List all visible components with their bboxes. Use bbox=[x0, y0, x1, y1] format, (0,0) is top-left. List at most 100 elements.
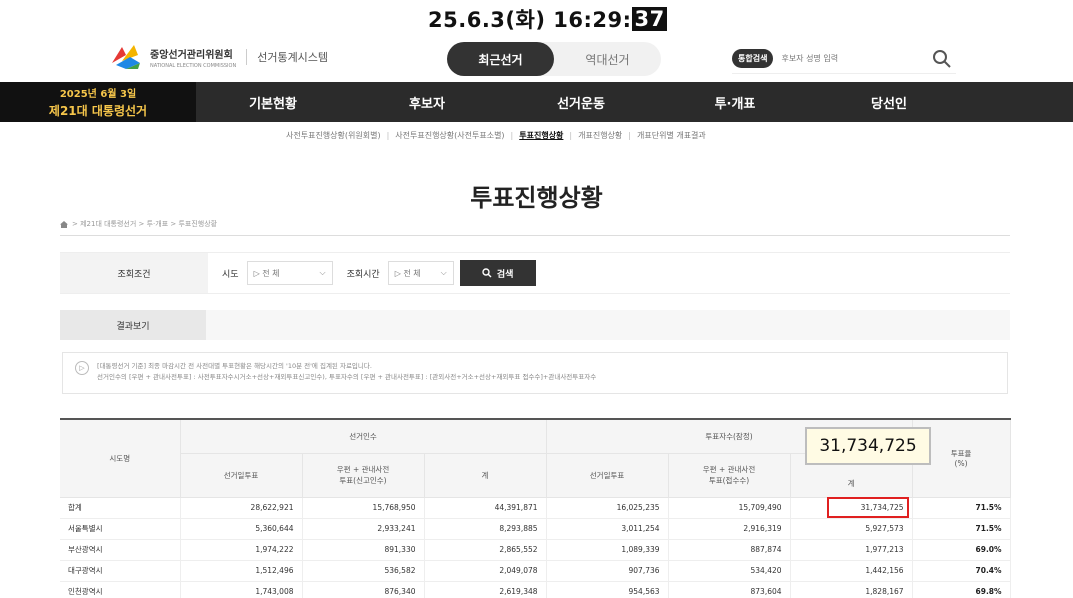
nav-voting-counting[interactable]: 투·개표 bbox=[658, 82, 812, 122]
nav-campaign[interactable]: 선거운동 bbox=[504, 82, 658, 122]
subnav-advance-by-committee[interactable]: 사전투표진행상황(위원회별) bbox=[286, 130, 381, 141]
subnav-voting-progress[interactable]: 투표진행상황 bbox=[519, 130, 563, 141]
logo-subtitle: NATIONAL ELECTION COMMISSION bbox=[150, 62, 237, 69]
electors-total-cell: 2,049,078 bbox=[424, 560, 547, 582]
result-label: 결과보기 bbox=[60, 310, 206, 340]
voters-mail-cell: 15,709,490 bbox=[668, 497, 791, 519]
search-badge: 통합검색 bbox=[732, 49, 774, 68]
electors-day-cell: 5,360,644 bbox=[180, 518, 303, 540]
chevron-down-icon: ⌵ bbox=[319, 268, 326, 277]
electors-total-cell: 2,865,552 bbox=[424, 539, 547, 561]
logo-title: 중앙선거관리위원회 bbox=[150, 49, 233, 61]
tab-recent-elections[interactable]: 최근선거 bbox=[447, 42, 554, 76]
logo-divider bbox=[246, 49, 248, 65]
voters-day-cell: 954,563 bbox=[546, 581, 669, 598]
time-select-value: ▷ 전 체 bbox=[394, 268, 421, 278]
timestamp-seconds: 37 bbox=[632, 7, 667, 31]
rate-cell: 69.0% bbox=[912, 539, 1011, 561]
result-bar: 결과보기 bbox=[60, 310, 1010, 340]
nav-basic-status[interactable]: 기본현황 bbox=[196, 82, 350, 122]
col-electors-mail: 우편 + 관내사전 투표(신고인수) bbox=[302, 453, 425, 498]
election-tabs: 최근선거 역대선거 bbox=[447, 42, 661, 76]
col-electors-group: 선거인수 bbox=[180, 418, 547, 454]
electors-total-cell: 2,619,348 bbox=[424, 581, 547, 598]
tab-past-elections[interactable]: 역대선거 bbox=[554, 42, 661, 76]
highlight-box bbox=[826, 496, 909, 518]
rate-cell: 71.5% bbox=[912, 518, 1011, 540]
rate-cell: 69.8% bbox=[912, 581, 1011, 598]
nec-emblem-icon bbox=[108, 41, 144, 73]
candidate-search-input[interactable] bbox=[781, 54, 932, 63]
subnav-counting-results[interactable]: 개표단위별 개표결과 bbox=[637, 130, 706, 141]
search-icon[interactable] bbox=[931, 48, 953, 70]
voters-day-cell: 907,736 bbox=[546, 560, 669, 582]
breadcrumb-path: > 제21대 대통령선거 > 투·개표 > 투표진행상황 bbox=[72, 220, 218, 228]
electors-mail-cell: 2,933,241 bbox=[302, 518, 425, 540]
electors-mail-cell: 891,330 bbox=[302, 539, 425, 561]
filter-label: 조회조건 bbox=[60, 253, 208, 293]
voters-day-cell: 16,025,235 bbox=[546, 497, 669, 519]
page-title: 투표진행상황 bbox=[470, 184, 603, 212]
notice-line-2: 선거인수의 [우편 + 관내사전투표] : 사전투표자수시거소+선상+재외투표신… bbox=[97, 373, 597, 381]
notice-line-1: [대통령선거 기준] 최종 마감시간 전 사전대별 투표현황은 해당시간의 '1… bbox=[97, 362, 372, 370]
chevron-down-icon: ⌵ bbox=[440, 268, 447, 277]
time-label: 조회시간 bbox=[346, 269, 380, 280]
voters-total-cell: 1,977,213 bbox=[790, 539, 913, 561]
nec-logo[interactable]: 중앙선거관리위원회 NATIONAL ELECTION COMMISSION 선… bbox=[108, 41, 328, 73]
table-row: 인천광역시 1,743,008 876,340 2,619,348 954,56… bbox=[60, 581, 1011, 598]
region-cell: 인천광역시 bbox=[60, 581, 181, 598]
col-electors-total: 계 bbox=[424, 453, 547, 498]
electors-mail-cell: 876,340 bbox=[302, 581, 425, 598]
search-button[interactable]: 검색 bbox=[459, 260, 536, 286]
rate-cell: 71.5% bbox=[912, 497, 1011, 519]
total-voters-callout: 31,734,725 bbox=[805, 427, 931, 465]
voters-total-cell: 5,927,573 bbox=[790, 518, 913, 540]
election-name: 제21대 대통령선거 bbox=[48, 104, 148, 118]
table-row: 부산광역시 1,974,222 891,330 2,865,552 1,089,… bbox=[60, 539, 1011, 561]
region-cell: 서울특별시 bbox=[60, 518, 181, 540]
filter-panel: 조회조건 시도 ▷ 전 체 ⌵ 조회시간 ▷ 전 체 ⌵ 검색 bbox=[60, 252, 1010, 294]
sub-nav: 사전투표진행상황(위원회별) | 사전투표진행상황(사전투표소별) | 투표진행… bbox=[286, 130, 706, 141]
electors-mail-label-2: 투표(신고인수) bbox=[339, 476, 387, 485]
voters-day-cell: 3,011,254 bbox=[546, 518, 669, 540]
main-nav: 2025년 6월 3일 제21대 대통령선거 기본현황 후보자 선거운동 투·개… bbox=[0, 82, 1073, 122]
voters-mail-label: 우편 + 관내사전 bbox=[702, 465, 756, 474]
voters-mail-cell: 873,604 bbox=[668, 581, 791, 598]
notice-box: ▷ [대통령선거 기준] 최종 마감시간 전 사전대별 투표현황은 해당시간의 … bbox=[62, 352, 1008, 394]
home-icon[interactable] bbox=[60, 220, 68, 228]
electors-mail-label: 우편 + 관내사전 bbox=[336, 465, 390, 474]
time-select[interactable]: ▷ 전 체 ⌵ bbox=[387, 261, 454, 285]
electors-day-cell: 1,974,222 bbox=[180, 539, 303, 561]
electors-total-cell: 8,293,885 bbox=[424, 518, 547, 540]
region-cell: 합계 bbox=[60, 497, 181, 519]
electors-day-cell: 1,743,008 bbox=[180, 581, 303, 598]
election-date: 2025년 6월 3일 bbox=[59, 89, 137, 100]
system-name: 선거통계시스템 bbox=[257, 51, 329, 64]
voters-mail-cell: 887,874 bbox=[668, 539, 791, 561]
site-header: 중앙선거관리위원회 NATIONAL ELECTION COMMISSION 선… bbox=[0, 38, 1073, 82]
voters-mail-cell: 534,420 bbox=[668, 560, 791, 582]
breadcrumb: > 제21대 대통령선거 > 투·개표 > 투표진행상황 bbox=[60, 219, 217, 229]
col-region: 시도명 bbox=[60, 418, 181, 498]
info-icon: ▷ bbox=[75, 361, 89, 375]
election-badge[interactable]: 2025년 6월 3일 제21대 대통령선거 bbox=[0, 82, 196, 122]
region-cell: 대구광역시 bbox=[60, 560, 181, 582]
electors-day-cell: 1,512,496 bbox=[180, 560, 303, 582]
nav-winners[interactable]: 당선인 bbox=[812, 82, 966, 122]
table-row: 합계 28,622,921 15,768,950 44,391,871 16,0… bbox=[60, 496, 1011, 519]
city-select[interactable]: ▷ 전 체 ⌵ bbox=[246, 261, 333, 285]
search-button-label: 검색 bbox=[496, 269, 514, 280]
voters-mail-label-2: 투표(접수수) bbox=[708, 476, 750, 485]
city-select-value: ▷ 전 체 bbox=[253, 268, 280, 278]
table-row: 서울특별시 5,360,644 2,933,241 8,293,885 3,01… bbox=[60, 518, 1011, 540]
global-search: 통합검색 bbox=[732, 44, 956, 74]
table-row: 대구광역시 1,512,496 536,582 2,049,078 907,73… bbox=[60, 560, 1011, 582]
subnav-advance-by-station[interactable]: 사전투표진행상황(사전투표소별) bbox=[395, 130, 504, 141]
voters-total-cell: 31,734,725 bbox=[790, 496, 913, 519]
rate-cell: 70.4% bbox=[912, 560, 1011, 582]
region-cell: 부산광역시 bbox=[60, 539, 181, 561]
subnav-counting-progress[interactable]: 개표진행상황 bbox=[578, 130, 622, 141]
voters-total-cell: 1,442,156 bbox=[790, 560, 913, 582]
nav-candidates[interactable]: 후보자 bbox=[350, 82, 504, 122]
overlay-timestamp: 25.6.3(화) 16:29: 37 bbox=[428, 5, 667, 33]
